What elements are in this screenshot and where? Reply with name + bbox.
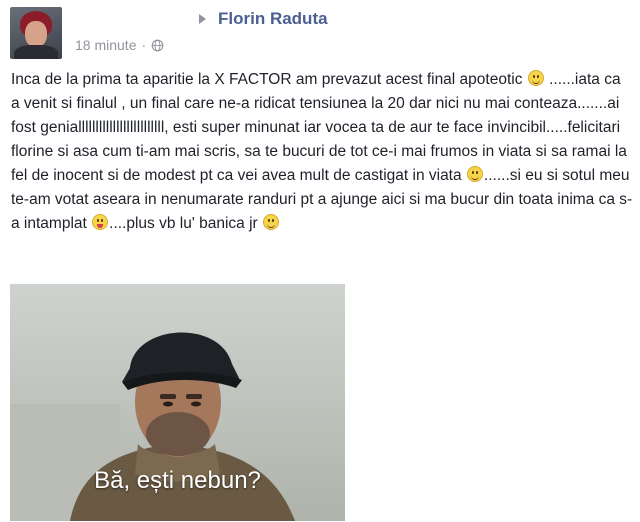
meme-caption: Bă, ești nebun? [94, 467, 261, 494]
facebook-post: Florin Raduta 18 minute · Inca de la pri… [0, 0, 640, 522]
post-text-segment: Inca de la prima ta aparitie la X FACTOR… [11, 71, 527, 88]
post-timestamp[interactable]: 18 minute [75, 37, 136, 53]
post-text-segment: ....plus vb lu' banica jr [109, 215, 263, 232]
smile-emoji-icon [466, 166, 483, 182]
meme-image[interactable]: Bă, ești nebun? [10, 284, 345, 521]
post-meta: 18 minute · [75, 37, 164, 53]
meta-separator: · [141, 37, 147, 53]
globe-icon[interactable] [151, 39, 164, 52]
author-avatar[interactable] [10, 7, 62, 59]
smile-emoji-icon [263, 214, 280, 230]
post-body-text: Inca de la prima ta aparitie la X FACTOR… [11, 68, 633, 236]
tongue-emoji-icon [92, 214, 109, 230]
author-name-link[interactable]: Florin Raduta [218, 9, 328, 29]
smile-emoji-icon [527, 70, 544, 86]
shared-arrow-icon [199, 14, 206, 24]
